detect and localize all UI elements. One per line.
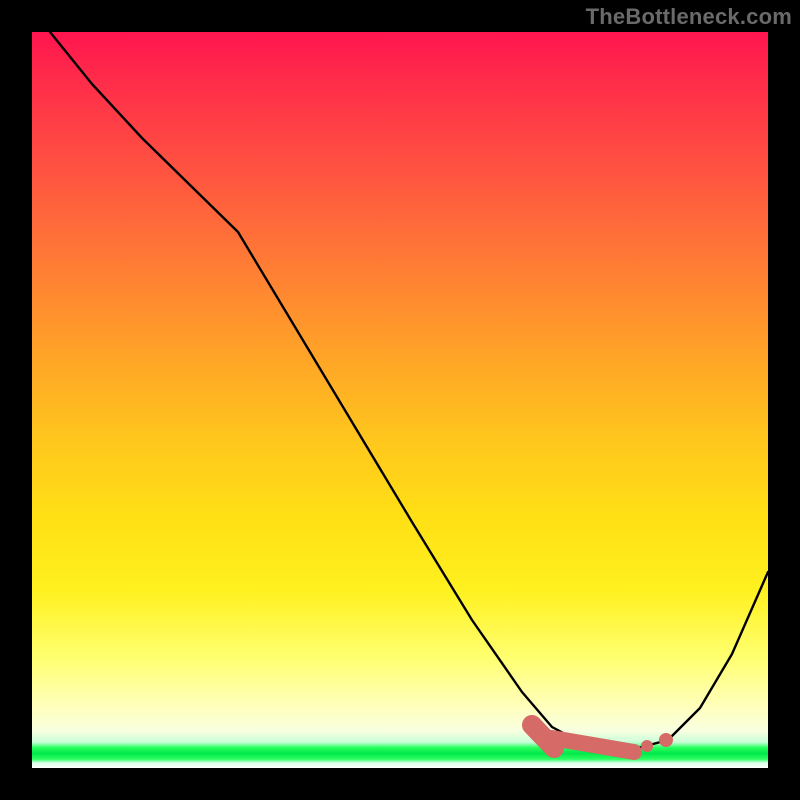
curve-marker-dot	[659, 733, 673, 747]
curve-marker-bar	[552, 738, 634, 752]
chart-svg	[32, 32, 768, 768]
curve-marker-dot	[641, 740, 653, 752]
watermark-text: TheBottleneck.com	[586, 4, 792, 30]
curve-markers-group	[532, 725, 673, 752]
chart-plot-area	[32, 32, 768, 768]
chart-frame: TheBottleneck.com	[0, 0, 800, 800]
bottleneck-curve-line	[50, 32, 768, 748]
